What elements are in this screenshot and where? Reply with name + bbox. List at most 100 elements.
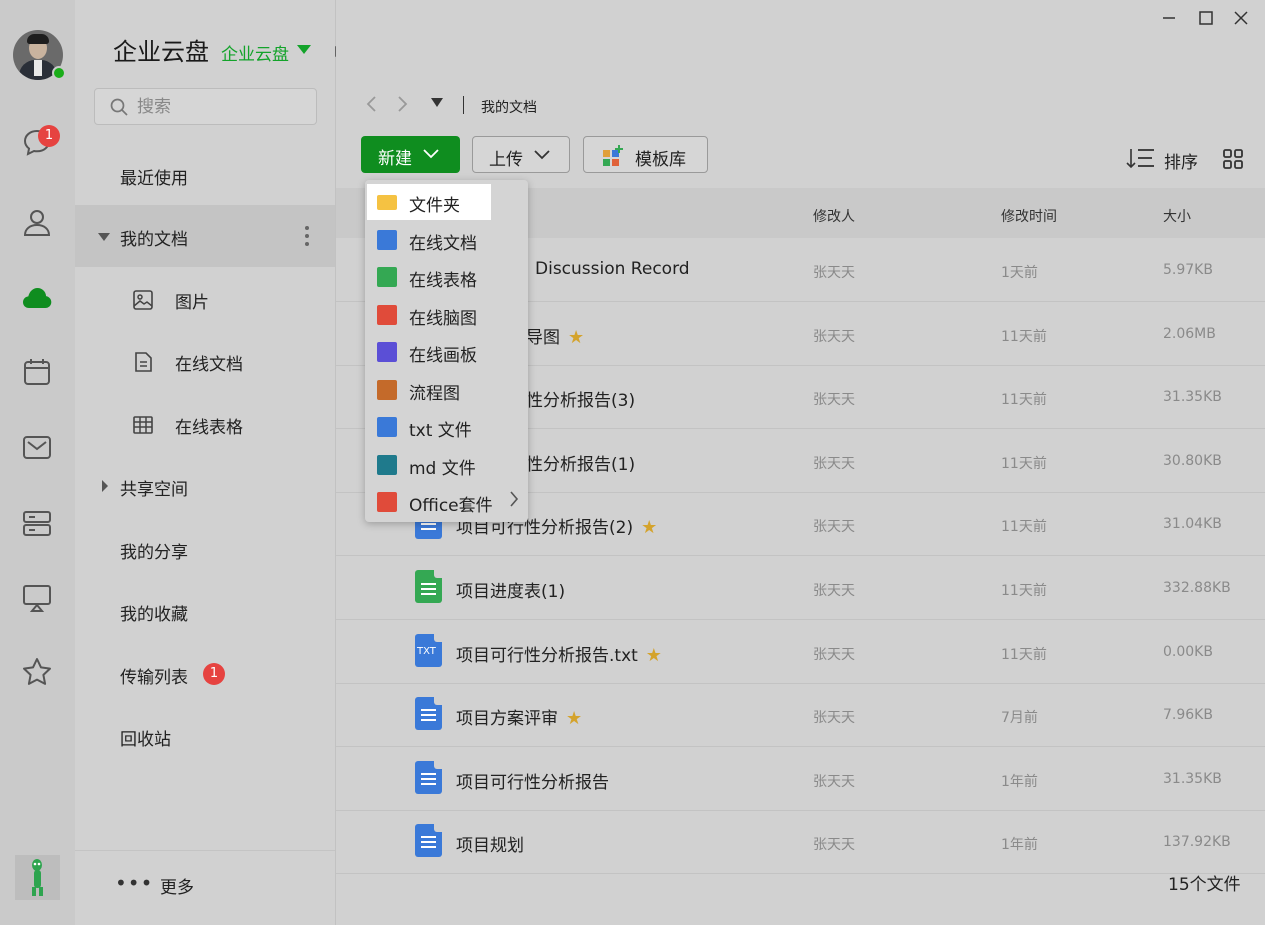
chevron-right-icon: [509, 491, 519, 512]
grid-view-icon[interactable]: [1222, 148, 1244, 170]
star-icon: ★: [641, 517, 658, 539]
file-count: 15个文件: [1168, 875, 1241, 895]
table-row[interactable]: TXT 项目可行性分析报告.txt ★ 张天天 11天前 0.00KB: [336, 620, 1265, 684]
calendar-icon[interactable]: [20, 355, 54, 389]
history-dropdown-icon[interactable]: [431, 98, 443, 108]
more-vert-icon[interactable]: [303, 225, 311, 247]
server-icon[interactable]: [20, 506, 54, 540]
nav-shared-space-label: 共享空间: [120, 480, 188, 500]
screen-share-icon[interactable]: [20, 580, 54, 614]
table-row[interactable]: 项目可行性分析报告 张天天 1年前 31.35KB: [336, 747, 1265, 811]
doc-file-icon: [415, 697, 442, 731]
dropdown-item[interactable]: 在线文档: [367, 222, 526, 258]
txt-file-icon: [377, 417, 397, 437]
nav-images[interactable]: 图片: [75, 268, 335, 330]
file-user: 张天天: [813, 583, 855, 599]
file-name[interactable]: 项目规划: [456, 831, 524, 856]
doc-file-icon: [415, 760, 442, 794]
dropdown-item-label: 文件夹: [409, 196, 460, 216]
upload-button[interactable]: 上传: [472, 136, 570, 173]
file-size: 31.35KB: [1163, 389, 1222, 406]
nav-online-sheets[interactable]: 在线表格: [75, 393, 335, 455]
caret-right-icon[interactable]: [101, 480, 109, 492]
file-size: 30.80KB: [1163, 452, 1222, 469]
template-library-button[interactable]: 模板库: [583, 136, 708, 173]
chat-badge: 1: [38, 125, 60, 147]
office-icon: [377, 492, 397, 512]
breadcrumb[interactable]: 我的文档: [481, 97, 537, 117]
more-button[interactable]: ••• 更多: [75, 850, 335, 925]
maximize-icon[interactable]: [1196, 8, 1216, 28]
search-box[interactable]: [94, 88, 317, 125]
cloud-icon[interactable]: [20, 281, 54, 315]
new-dropdown-menu: 文件夹在线文档 在线表格 在线脑图 在线画板 流程图 txt 文件 md 文件 Office套…: [365, 180, 528, 522]
online-doc-icon: [377, 229, 397, 250]
back-arrow-icon[interactable]: [364, 95, 378, 113]
caret-down-icon[interactable]: [98, 232, 110, 242]
file-name[interactable]: 项目可行性分析报告: [456, 768, 609, 793]
table-row[interactable]: 项目规划 张天天 1年前 137.92KB: [336, 810, 1265, 875]
sidebar: 企业云盘 企业云盘 最近使用 我的文档 图片 在线文档 在线表格 共享空间 我的…: [75, 0, 378, 925]
dropdown-item[interactable]: 在线脑图: [367, 297, 526, 333]
nav-shared-space[interactable]: 共享空间: [75, 455, 335, 517]
search-input[interactable]: [137, 94, 307, 120]
mail-icon[interactable]: [20, 430, 54, 464]
star-icon: ★: [566, 708, 583, 730]
nav-my-favorites[interactable]: 我的收藏: [75, 580, 335, 642]
nav-online-docs[interactable]: 在线文档: [75, 330, 335, 392]
nav-transfer-list[interactable]: 传输列表 1: [75, 643, 335, 705]
col-size[interactable]: 大小: [1163, 206, 1191, 226]
nav-my-shares[interactable]: 我的分享: [75, 518, 335, 580]
col-modifier[interactable]: 修改人: [813, 206, 855, 226]
file-size: 5.97KB: [1163, 262, 1213, 278]
file-time: 11天前: [1001, 646, 1047, 663]
dropdown-item[interactable]: 在线表格: [367, 259, 526, 295]
star-icon[interactable]: [20, 655, 54, 689]
image-icon: [133, 290, 153, 310]
file-name[interactable]: 性分析报告(1): [526, 450, 635, 475]
file-name[interactable]: Discussion Record: [535, 259, 690, 279]
file-time: 11天前: [1001, 455, 1047, 472]
file-user: 张天天: [813, 455, 855, 472]
dropdown-item[interactable]: txt 文件: [367, 409, 526, 445]
nav-recycle-bin[interactable]: 回收站: [75, 705, 335, 767]
new-button-label: 新建: [378, 149, 412, 169]
new-button[interactable]: 新建: [361, 136, 460, 173]
file-user: 张天天: [813, 646, 855, 663]
file-name[interactable]: 导图 ★: [526, 323, 584, 348]
nav-recent[interactable]: 最近使用: [75, 144, 335, 206]
dropdown-item[interactable]: Office套件: [367, 484, 526, 520]
search-icon: [110, 98, 128, 116]
file-size: 137.92KB: [1163, 834, 1231, 851]
forward-arrow-icon[interactable]: [396, 95, 410, 113]
nav-my-docs[interactable]: 我的文档: [75, 205, 335, 267]
mascot-icon[interactable]: [15, 855, 60, 900]
file-time: 1天前: [1001, 265, 1038, 281]
table-row[interactable]: 项目进度表(1) 张天天 11天前 332.88KB: [336, 556, 1265, 620]
file-size: 2.06MB: [1163, 325, 1216, 342]
table-row[interactable]: 项目方案评审 ★ 张天天 7月前 7.96KB: [336, 683, 1265, 748]
file-user: 张天天: [813, 328, 855, 345]
close-icon[interactable]: [1231, 8, 1251, 28]
caret-down-icon[interactable]: [297, 45, 311, 54]
col-modified-time[interactable]: 修改时间: [1001, 206, 1057, 226]
contacts-icon[interactable]: [20, 205, 54, 239]
dropdown-item[interactable]: md 文件: [367, 447, 526, 483]
dropdown-item[interactable]: 流程图: [367, 372, 526, 408]
online-status-dot: [52, 66, 66, 80]
dropdown-item[interactable]: 在线画板: [367, 334, 526, 370]
more-horiz-icon: •••: [115, 871, 154, 895]
minimize-icon[interactable]: [1159, 8, 1179, 28]
file-name[interactable]: 性分析报告(3): [526, 386, 635, 411]
dropdown-item-label: txt 文件: [409, 421, 472, 441]
file-name[interactable]: 项目可行性分析报告.txt ★: [456, 641, 662, 666]
breadcrumb-separator: [463, 96, 464, 114]
file-name[interactable]: 项目进度表(1): [456, 577, 565, 602]
file-time: 1年前: [1001, 837, 1038, 854]
workspace-switcher[interactable]: 企业云盘: [221, 40, 289, 65]
nav-transfer-list-label: 传输列表: [120, 668, 188, 688]
whiteboard-icon: [377, 342, 397, 362]
file-size: 31.04KB: [1163, 516, 1222, 533]
dropdown-item[interactable]: 文件夹: [367, 184, 491, 220]
file-name[interactable]: 项目方案评审 ★: [456, 704, 582, 729]
